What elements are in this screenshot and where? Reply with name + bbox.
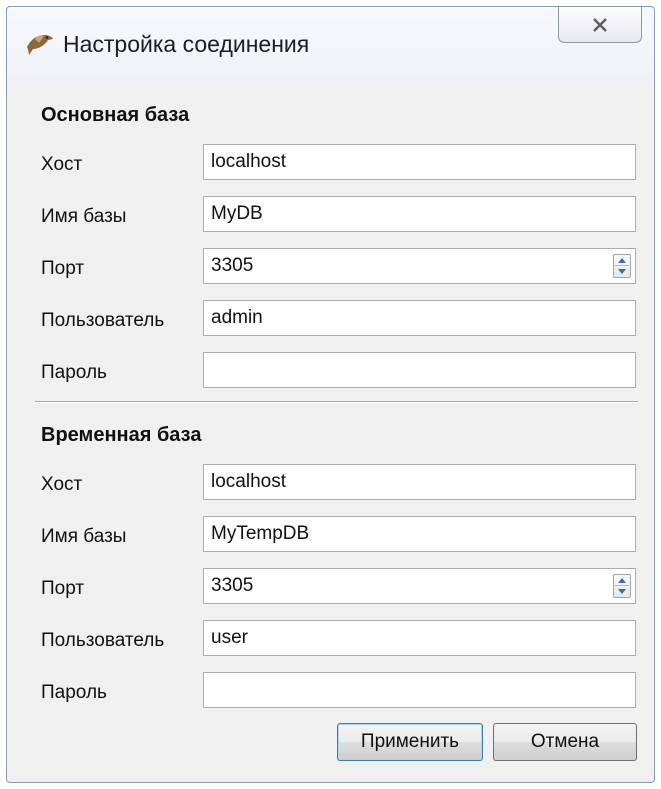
primary-db-section-title: Основная база xyxy=(41,104,190,126)
spin-up-icon[interactable] xyxy=(618,258,626,263)
close-button[interactable] xyxy=(558,7,642,43)
window-title: Настройка соединения xyxy=(63,31,310,57)
connection-settings-dialog: Настройка соединения Основная база Хост … xyxy=(6,6,655,783)
primary-password-input[interactable] xyxy=(203,352,636,388)
temp-user-label: Пользователь xyxy=(41,630,165,651)
temp-host-label: Хост xyxy=(41,474,83,495)
temp-port-spinbox[interactable]: 3305 xyxy=(203,568,636,604)
bird-icon xyxy=(27,35,53,55)
temp-port-label: Порт xyxy=(41,578,85,599)
close-icon xyxy=(593,17,607,32)
dialog-content: Основная база Хост localhost Имя базы My… xyxy=(7,83,654,782)
temp-db-name-label: Имя базы xyxy=(41,526,127,547)
primary-password-label: Пароль xyxy=(41,362,107,383)
primary-port-spinbox[interactable]: 3305 xyxy=(203,248,636,284)
spin-up-icon[interactable] xyxy=(618,578,626,583)
temp-password-label: Пароль xyxy=(41,682,107,703)
apply-button[interactable]: Применить xyxy=(337,723,483,761)
primary-db-name-input[interactable]: MyDB xyxy=(203,196,636,232)
primary-port-value: 3305 xyxy=(211,255,254,276)
spin-down-icon[interactable] xyxy=(618,589,626,594)
primary-host-label: Хост xyxy=(41,154,83,175)
temp-db-section-title: Временная база xyxy=(41,424,202,446)
spinner-arrows-icon[interactable] xyxy=(613,254,631,278)
title-bar[interactable]: Настройка соединения xyxy=(7,7,654,84)
temp-db-name-input[interactable]: MyTempDB xyxy=(203,516,636,552)
temp-host-input[interactable]: localhost xyxy=(203,464,636,500)
section-divider xyxy=(35,401,638,402)
spinner-arrows-icon[interactable] xyxy=(613,574,631,598)
primary-db-name-label: Имя базы xyxy=(41,206,127,227)
temp-user-input[interactable]: user xyxy=(203,620,636,656)
temp-password-input[interactable] xyxy=(203,672,636,708)
spin-down-icon[interactable] xyxy=(618,269,626,274)
primary-host-input[interactable]: localhost xyxy=(203,144,636,180)
cancel-button[interactable]: Отмена xyxy=(493,723,637,761)
temp-port-value: 3305 xyxy=(211,575,254,596)
primary-user-input[interactable]: admin xyxy=(203,300,636,336)
primary-port-label: Порт xyxy=(41,258,85,279)
primary-user-label: Пользователь xyxy=(41,310,165,331)
